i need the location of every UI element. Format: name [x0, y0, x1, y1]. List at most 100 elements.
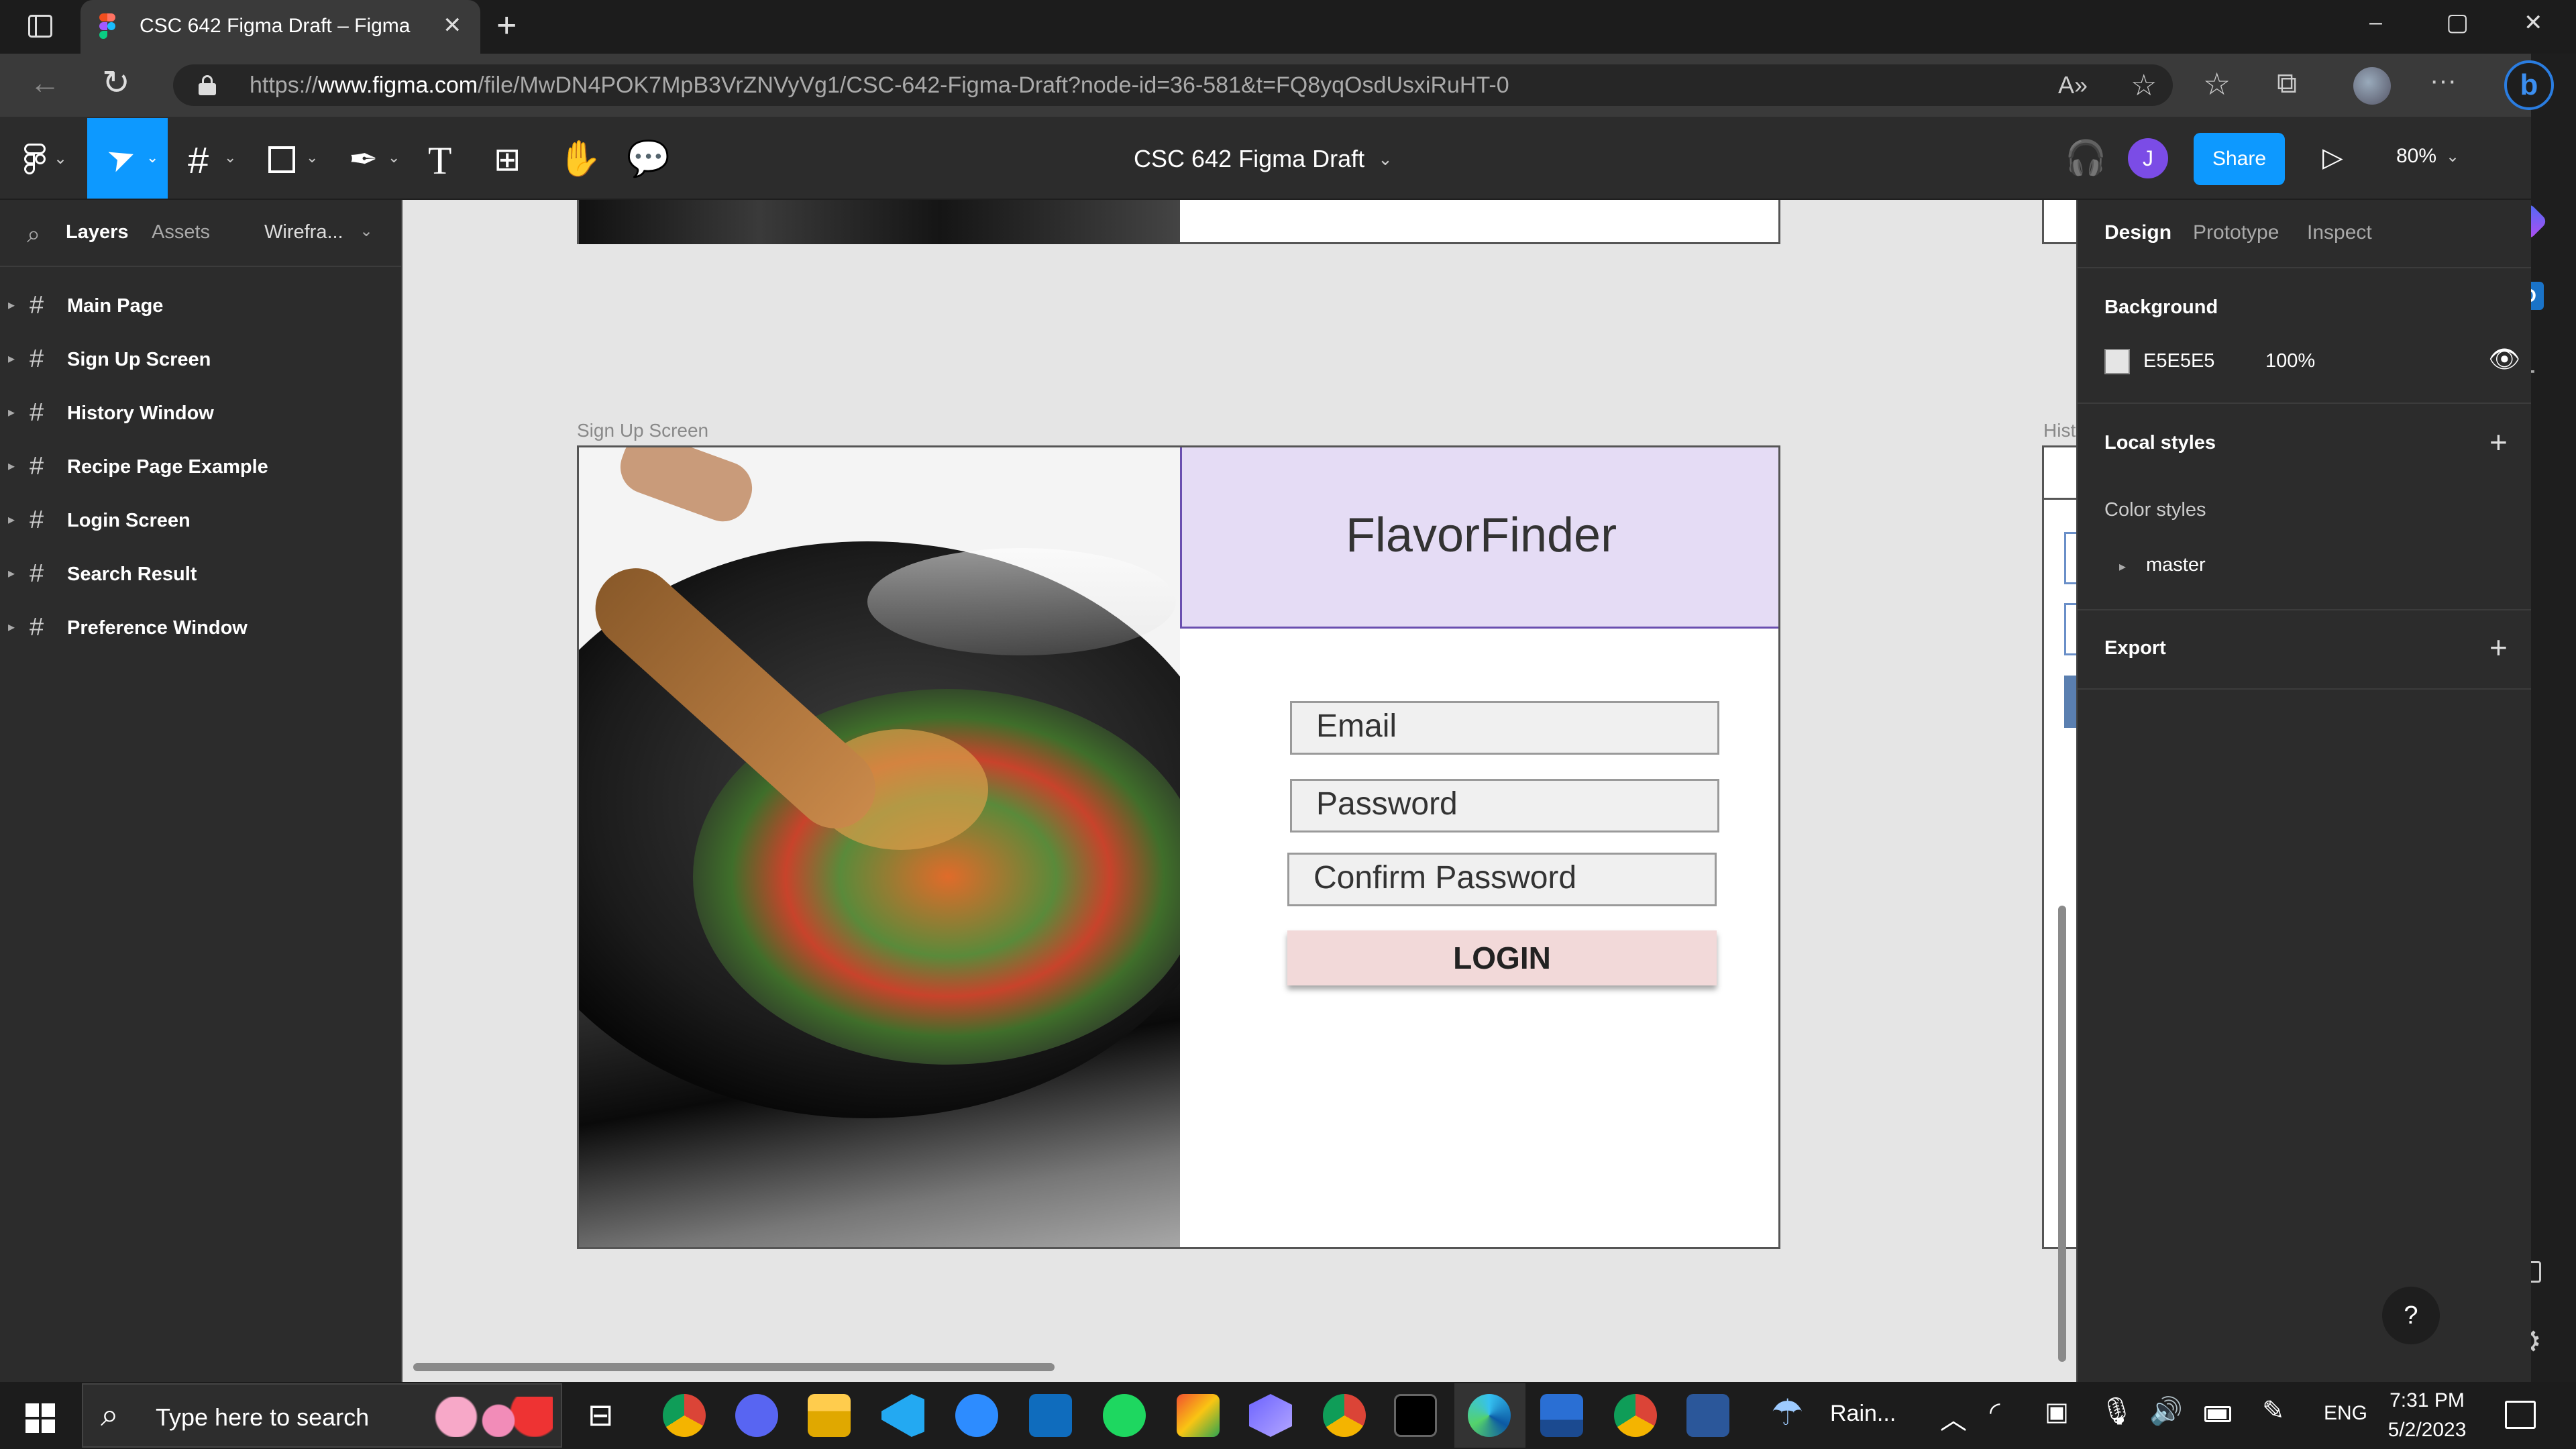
maximize-button[interactable]: ▢ — [2446, 8, 2469, 36]
chrome-alt-icon[interactable] — [1614, 1394, 1657, 1437]
file-explorer-icon[interactable] — [808, 1394, 851, 1437]
tab-close-icon[interactable]: ✕ — [443, 12, 462, 39]
expand-arrow-icon[interactable]: ▸ — [8, 404, 15, 421]
sign-up-frame[interactable]: FlavorFinder Email Password Confirm Pass… — [577, 445, 1780, 1249]
horizontal-scrollbar[interactable] — [413, 1363, 1055, 1371]
outlook-taskbar-icon[interactable] — [1029, 1394, 1072, 1437]
background-opacity[interactable]: 100% — [2265, 350, 2315, 372]
email-field[interactable]: Email — [1290, 701, 1719, 755]
read-aloud-icon[interactable]: A» — [2058, 71, 2088, 99]
collections-icon[interactable]: ⧉ — [2277, 67, 2297, 100]
chevron-down-icon[interactable]: ⌄ — [388, 149, 400, 166]
refresh-icon[interactable]: ↻ — [102, 63, 130, 102]
eye-icon[interactable]: 👁 — [2488, 345, 2520, 374]
microphone-icon[interactable]: 🎙 — [2100, 1395, 2134, 1427]
confirm-password-field[interactable]: Confirm Password — [1287, 853, 1717, 906]
close-window-button[interactable]: ✕ — [2524, 9, 2543, 36]
layer-item-main-page[interactable]: ▸ # Main Page — [0, 280, 402, 334]
camera-icon[interactable]: ▣ — [2045, 1397, 2069, 1427]
expand-arrow-icon[interactable]: ▸ — [8, 619, 15, 635]
battery-icon[interactable] — [2204, 1406, 2231, 1422]
help-button[interactable]: ? — [2382, 1287, 2440, 1344]
tab-assets[interactable]: Assets — [152, 221, 210, 244]
back-icon[interactable]: ← — [30, 64, 60, 101]
expand-arrow-icon[interactable]: ▸ — [8, 511, 15, 528]
browser-tab[interactable]: CSC 642 Figma Draft – Figma ✕ — [80, 0, 480, 54]
favorites-icon[interactable]: ☆ — [2203, 66, 2231, 102]
search-icon[interactable]: ⌕ — [27, 220, 40, 249]
present-icon[interactable]: ▷ — [2322, 142, 2343, 173]
pen-icon[interactable]: ✎ — [2262, 1395, 2285, 1426]
text-tool-icon[interactable]: T — [428, 138, 451, 183]
add-export-icon[interactable]: + — [2489, 629, 2508, 665]
password-field[interactable]: Password — [1290, 779, 1719, 833]
wifi-icon[interactable]: ◜ — [1990, 1397, 2000, 1428]
address-bar[interactable]: https:// www.figma.com /file/MwDN4POK7Mp… — [173, 64, 2173, 106]
expand-arrow-icon[interactable]: ▸ — [8, 350, 15, 367]
volume-icon[interactable]: 🔊 — [2149, 1395, 2183, 1427]
taskbar-search-box[interactable]: ⌕ Type here to search — [82, 1383, 562, 1448]
frame-tool-icon[interactable]: # — [188, 138, 209, 182]
expand-arrow-icon[interactable]: ▸ — [2119, 558, 2126, 575]
figma-menu-icon[interactable] — [24, 144, 47, 176]
resources-icon[interactable]: ⊞ — [494, 141, 521, 178]
minimize-button[interactable]: – — [2369, 9, 2382, 36]
profile-icon[interactable] — [2353, 67, 2391, 105]
new-tab-button[interactable]: + — [496, 5, 517, 46]
vertical-scrollbar[interactable] — [2058, 906, 2066, 1362]
favorite-add-icon[interactable]: ☆ — [2131, 68, 2157, 103]
chevron-up-icon[interactable]: ︿ — [1940, 1398, 1967, 1437]
zoom-dropdown[interactable]: 80% ⌄ — [2396, 145, 2459, 168]
pen-tool-icon[interactable]: ✒ — [349, 140, 378, 180]
hand-tool-icon[interactable]: ✋ — [558, 138, 602, 179]
bing-icon[interactable]: b — [2504, 60, 2554, 110]
word-icon[interactable] — [1686, 1394, 1729, 1437]
language-indicator[interactable]: ENG — [2324, 1402, 2367, 1425]
zoom-icon[interactable] — [955, 1394, 998, 1437]
tab-layers[interactable]: Layers — [66, 221, 129, 244]
user-avatar[interactable]: J — [2128, 138, 2168, 178]
frame-label[interactable]: Sign Up Screen — [577, 420, 708, 441]
photos-icon[interactable] — [1540, 1394, 1583, 1437]
tab-design[interactable]: Design — [2104, 221, 2171, 244]
main-page-frame-partial[interactable] — [577, 200, 1780, 244]
layer-item-recipe-page-example[interactable]: ▸ # Recipe Page Example — [0, 441, 402, 495]
chevron-down-icon[interactable]: ⌄ — [360, 221, 373, 241]
chevron-down-icon[interactable]: ⌄ — [306, 149, 318, 166]
background-hex[interactable]: E5E5E5 — [2143, 350, 2214, 372]
weather-icon[interactable]: ☂ — [1771, 1391, 1803, 1434]
layer-item-history-window[interactable]: ▸ # History Window — [0, 388, 402, 441]
tab-inspect[interactable]: Inspect — [2307, 221, 2372, 244]
add-style-icon[interactable]: + — [2489, 424, 2508, 460]
spotify-icon[interactable] — [1103, 1394, 1146, 1437]
design-canvas[interactable]: Sign Up Screen FlavorFinder Email Passwo… — [402, 200, 2076, 1382]
windows-start-icon[interactable] — [25, 1403, 55, 1433]
move-tool-button[interactable]: ➤ ⌄ — [87, 118, 168, 199]
file-title-dropdown[interactable]: CSC 642 Figma Draft ⌄ — [1134, 142, 1393, 176]
login-button[interactable]: LOGIN — [1287, 930, 1717, 985]
task-view-icon[interactable]: ⊟ — [588, 1397, 614, 1433]
layer-item-login-screen[interactable]: ▸ # Login Screen — [0, 495, 402, 549]
terminal-icon[interactable] — [1394, 1394, 1437, 1437]
sidebar-icon[interactable] — [28, 15, 52, 38]
background-swatch[interactable] — [2104, 349, 2130, 374]
git-icon[interactable] — [1177, 1394, 1220, 1437]
tab-prototype[interactable]: Prototype — [2193, 221, 2279, 244]
chevron-down-icon[interactable]: ⌄ — [54, 149, 67, 168]
chevron-down-icon[interactable]: ⌄ — [224, 149, 236, 166]
chrome-profile-icon[interactable] — [1323, 1394, 1366, 1437]
comment-icon[interactable]: 💬 — [627, 138, 670, 179]
chrome-icon[interactable] — [663, 1394, 706, 1437]
expand-arrow-icon[interactable]: ▸ — [8, 458, 15, 474]
notification-icon[interactable] — [2505, 1401, 2536, 1429]
edge-icon[interactable] — [1468, 1394, 1511, 1437]
history-frame-label[interactable]: Hist — [2043, 420, 2076, 441]
color-style-master[interactable]: master — [2146, 554, 2206, 576]
share-button[interactable]: Share — [2194, 133, 2285, 185]
layer-item-preference-window[interactable]: ▸ # Preference Window — [0, 602, 402, 656]
history-frame-partial[interactable] — [2042, 200, 2076, 244]
layer-item-sign-up-screen[interactable]: ▸ # Sign Up Screen — [0, 334, 402, 388]
discord-icon[interactable] — [735, 1394, 778, 1437]
clock[interactable]: 7:31 PM 5/2/2023 — [2385, 1386, 2469, 1445]
expand-arrow-icon[interactable]: ▸ — [8, 297, 15, 313]
